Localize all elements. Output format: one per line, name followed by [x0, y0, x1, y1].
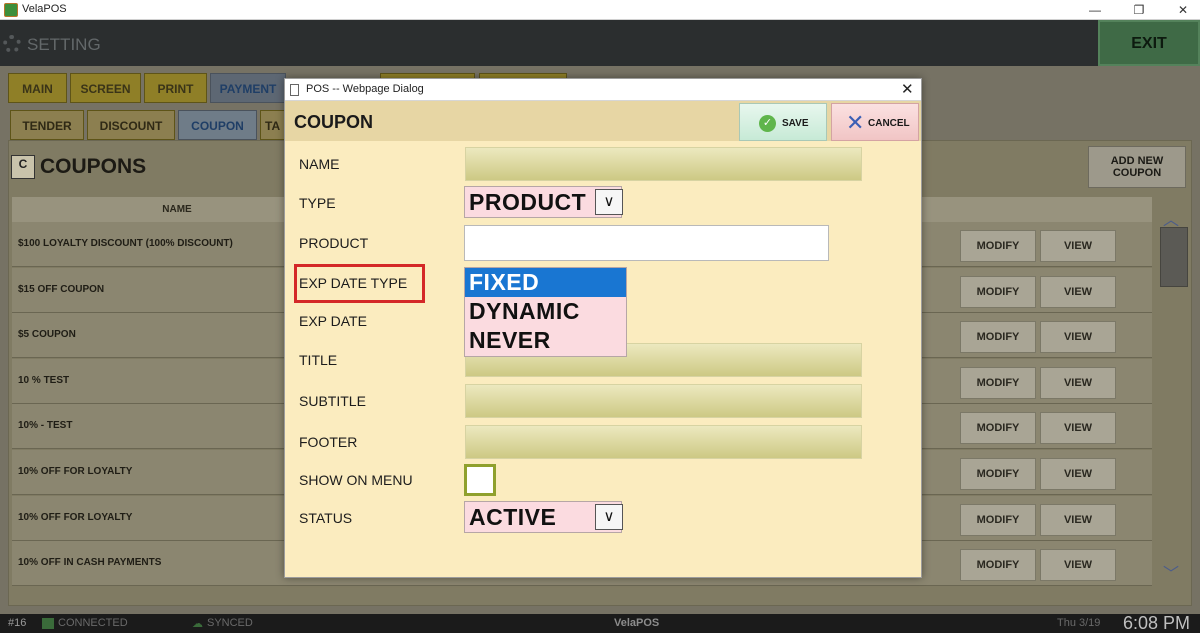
view-button[interactable]: VIEW — [1040, 321, 1116, 353]
subtitle-input[interactable] — [465, 384, 862, 418]
save-button[interactable]: ✓ SAVE — [739, 103, 827, 141]
coupon-name: 10 % TEST — [18, 375, 70, 386]
modify-button[interactable]: MODIFY — [960, 504, 1036, 536]
terminal-number: #16 — [8, 617, 27, 629]
type-select-value: PRODUCT — [469, 189, 587, 215]
option-fixed[interactable]: FIXED — [465, 268, 626, 297]
dialog-titlebar: POS -- Webpage Dialog ✕ — [285, 79, 921, 101]
subtitle-label: SUBTITLE — [299, 393, 366, 409]
product-label: PRODUCT — [299, 235, 369, 251]
page-title: SETTING — [27, 35, 101, 54]
modify-button[interactable]: MODIFY — [960, 549, 1036, 581]
view-button[interactable]: VIEW — [1040, 504, 1116, 536]
coupon-logo-icon: C — [11, 155, 35, 179]
tab-screen[interactable]: SCREEN — [70, 73, 141, 103]
tab-main[interactable]: MAIN — [8, 73, 67, 103]
scroll-down-icon[interactable]: ﹀ — [1163, 560, 1179, 584]
window-title: VelaPOS — [22, 3, 67, 15]
view-button[interactable]: VIEW — [1040, 276, 1116, 308]
app-logo-icon — [4, 3, 18, 17]
title-label: TITLE — [299, 352, 338, 368]
exit-button[interactable]: EXIT — [1098, 20, 1200, 66]
save-label: SAVE — [782, 118, 809, 129]
option-never[interactable]: NEVER — [465, 326, 626, 355]
synced-status: SYNCED — [207, 617, 253, 629]
cancel-button[interactable]: ✕ CANCEL — [831, 103, 919, 141]
exp-date-type-listbox[interactable]: FIXED DYNAMIC NEVER — [464, 267, 627, 357]
name-label: NAME — [299, 156, 340, 172]
minimize-button[interactable]: — — [1080, 0, 1110, 20]
show-on-menu-checkbox[interactable] — [464, 464, 496, 496]
coupon-name: 10% OFF IN CASH PAYMENTS — [18, 557, 162, 568]
check-icon: ✓ — [759, 115, 776, 132]
dialog-close-button[interactable]: ✕ — [901, 80, 914, 98]
option-dynamic[interactable]: DYNAMIC — [465, 297, 626, 326]
type-select[interactable]: PRODUCT ∨ — [464, 186, 623, 218]
coupon-name: $100 LOYALTY DISCOUNT (100% DISCOUNT) — [18, 238, 233, 249]
modify-button[interactable]: MODIFY — [960, 367, 1036, 399]
brand-label: VelaPOS — [614, 617, 660, 629]
status-label: STATUS — [299, 510, 353, 526]
document-icon — [290, 84, 299, 96]
coupons-title: COUPONS — [40, 155, 147, 178]
exp-date-label: EXP DATE — [299, 313, 367, 329]
view-button[interactable]: VIEW — [1040, 230, 1116, 262]
modify-button[interactable]: MODIFY — [960, 276, 1036, 308]
dialog-title: COUPON — [294, 112, 374, 132]
subtab-coupon[interactable]: COUPON — [178, 110, 257, 140]
add-new-coupon-label: ADD NEW COUPON — [1110, 155, 1164, 179]
status-select[interactable]: ACTIVE ∨ — [464, 501, 623, 533]
view-button[interactable]: VIEW — [1040, 458, 1116, 490]
app-header: SETTING — [0, 20, 1200, 66]
view-button[interactable]: VIEW — [1040, 549, 1116, 581]
view-button[interactable]: VIEW — [1040, 367, 1116, 399]
exp-date-type-highlight — [294, 264, 425, 303]
status-bar: #16 CONNECTED ☁ SYNCED VelaPOS Thu 3/19 … — [0, 613, 1200, 633]
window-titlebar: VelaPOS — ❐ ✕ — [0, 0, 1200, 20]
connected-icon — [42, 618, 54, 629]
coupon-name: 10% OFF FOR LOYALTY — [18, 466, 133, 477]
cancel-label: CANCEL — [868, 118, 910, 129]
coupon-name: $5 COUPON — [18, 329, 76, 340]
status-time: 6:08 PM — [1123, 613, 1191, 633]
tab-print[interactable]: PRINT — [144, 73, 207, 103]
name-input[interactable] — [465, 147, 862, 181]
modify-button[interactable]: MODIFY — [960, 412, 1036, 444]
coupon-name: 10% - TEST — [18, 420, 73, 431]
dialog-header: COUPON ✓ SAVE ✕ CANCEL — [285, 101, 921, 141]
modify-button[interactable]: MODIFY — [960, 321, 1036, 353]
subtab-tax[interactable]: TA — [260, 110, 286, 140]
coupon-dialog: POS -- Webpage Dialog ✕ COUPON ✓ SAVE ✕ … — [284, 78, 922, 578]
footer-label: FOOTER — [299, 434, 358, 450]
product-input[interactable] — [464, 225, 829, 261]
restore-button[interactable]: ❐ — [1124, 0, 1154, 20]
column-name-header: NAME — [162, 204, 192, 215]
connected-status: CONNECTED — [58, 617, 128, 629]
scrollbar-thumb[interactable] — [1160, 227, 1188, 287]
chevron-down-icon[interactable]: ∨ — [595, 504, 623, 530]
close-window-button[interactable]: ✕ — [1168, 0, 1198, 20]
tab-payment[interactable]: PAYMENT — [210, 73, 286, 103]
modify-button[interactable]: MODIFY — [960, 230, 1036, 262]
view-button[interactable]: VIEW — [1040, 412, 1116, 444]
subtab-tender[interactable]: TENDER — [10, 110, 84, 140]
add-new-coupon-button[interactable]: ADD NEW COUPON — [1088, 146, 1186, 188]
gear-icon — [3, 35, 21, 53]
subtab-discount[interactable]: DISCOUNT — [87, 110, 175, 140]
status-select-value: ACTIVE — [469, 504, 557, 530]
coupon-name: 10% OFF FOR LOYALTY — [18, 512, 133, 523]
show-on-menu-label: SHOW ON MENU — [299, 472, 413, 488]
dialog-window-title: POS -- Webpage Dialog — [306, 83, 424, 95]
status-date: Thu 3/19 — [1057, 617, 1101, 629]
modify-button[interactable]: MODIFY — [960, 458, 1036, 490]
cloud-icon: ☁ — [192, 618, 203, 630]
type-label: TYPE — [299, 195, 336, 211]
coupon-name: $15 OFF COUPON — [18, 284, 105, 295]
footer-input[interactable] — [465, 425, 862, 459]
x-icon: ✕ — [846, 110, 865, 135]
chevron-down-icon[interactable]: ∨ — [595, 189, 623, 215]
